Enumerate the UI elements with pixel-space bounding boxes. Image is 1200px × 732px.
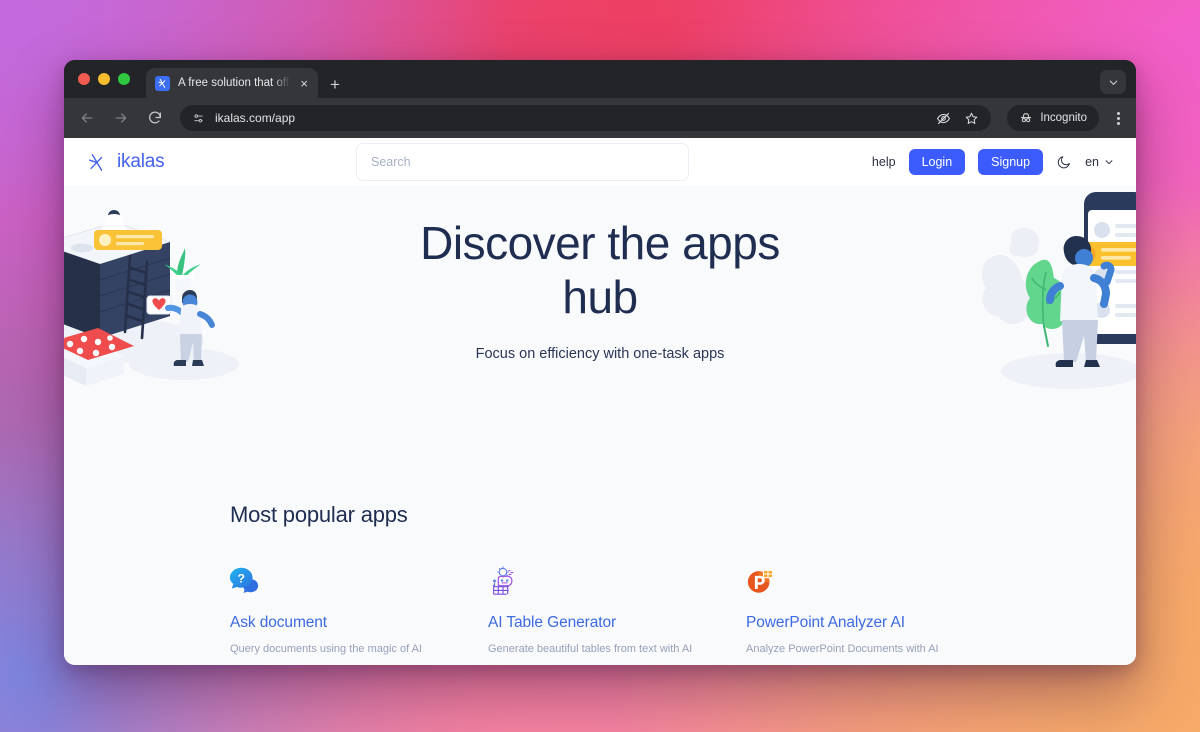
app-card-title: PowerPoint Analyzer AI — [746, 614, 905, 631]
incognito-label: Incognito — [1040, 112, 1087, 124]
incognito-indicator[interactable]: Incognito — [1007, 105, 1099, 131]
brand-logo-link[interactable]: ikalas — [86, 151, 356, 173]
language-selector[interactable]: en — [1085, 155, 1114, 169]
language-label: en — [1085, 155, 1099, 169]
app-card-ask-document[interactable]: ? Ask document Query documents using the… — [230, 566, 488, 655]
app-card-description: Analyze PowerPoint Documents with AI — [746, 643, 939, 655]
app-card-title: Ask document — [230, 614, 328, 631]
ikalas-logo-icon — [155, 75, 170, 91]
svg-text:?: ? — [238, 571, 245, 585]
app-card-description: Query documents using the magic of AI — [230, 643, 422, 655]
browser-tab-title: A free solution that offers fas — [178, 77, 290, 89]
kebab-menu-icon[interactable] — [1113, 111, 1124, 125]
browser-tab-strip: A free solution that offers fas × + — [64, 60, 1136, 98]
search-box[interactable] — [356, 143, 689, 181]
desktop-wallpaper: A free solution that offers fas × + — [0, 0, 1200, 732]
page-title: Discover the apps hub — [420, 217, 780, 323]
incognito-hat-icon — [1019, 111, 1033, 125]
isometric-server-ladder-person-illustration — [64, 210, 239, 386]
ai-table-robot-icon — [488, 566, 746, 596]
help-link[interactable]: help — [872, 155, 896, 169]
app-card-title: AI Table Generator — [488, 614, 617, 631]
chevron-down-icon — [1105, 160, 1113, 165]
maximize-window-button[interactable] — [118, 73, 130, 85]
eye-slash-icon[interactable] — [936, 111, 951, 126]
person-phone-plant-illustration — [981, 192, 1136, 389]
app-card-list: ? Ask document Query documents using the… — [230, 566, 1136, 655]
chevron-down-icon[interactable] — [1100, 70, 1126, 94]
ikalas-k-logo-icon — [86, 151, 108, 173]
app-card-powerpoint-analyzer[interactable]: PowerPoint Analyzer AI Analyze PowerPoin… — [746, 566, 1004, 655]
address-bar-url: ikalas.com/app — [215, 111, 296, 125]
question-speech-bubble-icon: ? — [230, 566, 488, 596]
new-tab-button[interactable]: + — [330, 76, 340, 93]
address-bar[interactable]: ikalas.com/app — [180, 105, 992, 131]
moon-icon[interactable] — [1056, 154, 1072, 170]
reload-icon[interactable] — [144, 107, 166, 129]
tab-strip-right-controls — [1100, 70, 1136, 98]
star-icon[interactable] — [964, 111, 979, 126]
address-bar-actions — [924, 111, 979, 126]
site-header-actions: help Login Signup en — [872, 148, 1114, 176]
hero-section: Discover the apps hub Focus on efficienc… — [64, 186, 1136, 462]
forward-arrow-icon[interactable] — [110, 107, 132, 129]
web-page-content: ikalas help Login Signup en — [64, 138, 1136, 665]
page-subtitle: Focus on efficiency with one-task apps — [475, 346, 725, 362]
browser-window: A free solution that offers fas × + — [64, 60, 1136, 665]
app-card-ai-table-generator[interactable]: AI Table Generator Generate beautiful ta… — [488, 566, 746, 655]
back-arrow-icon[interactable] — [76, 107, 98, 129]
app-card-description: Generate beautiful tables from text with… — [488, 643, 693, 655]
login-button[interactable]: Login — [908, 148, 966, 176]
tune-icon[interactable] — [192, 112, 205, 125]
window-traffic-lights — [78, 60, 146, 98]
brand-name: ikalas — [117, 151, 165, 172]
popular-apps-section: Most popular apps ? Ask document Query d… — [64, 462, 1136, 665]
browser-tab[interactable]: A free solution that offers fas × — [146, 68, 318, 98]
close-tab-button[interactable]: × — [298, 75, 310, 92]
site-header: ikalas help Login Signup en — [64, 138, 1136, 186]
signup-button[interactable]: Signup — [978, 148, 1044, 176]
search-input[interactable] — [371, 155, 674, 169]
popular-apps-heading: Most popular apps — [230, 502, 408, 527]
close-window-button[interactable] — [78, 73, 90, 85]
minimize-window-button[interactable] — [98, 73, 110, 85]
browser-toolbar: ikalas.com/app Incognito — [64, 98, 1136, 138]
powerpoint-icon — [746, 566, 1004, 596]
